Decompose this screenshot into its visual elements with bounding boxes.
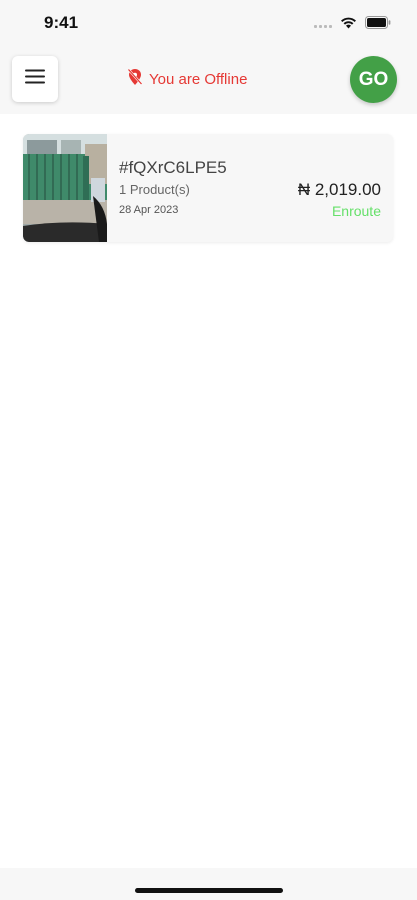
wifi-icon xyxy=(340,16,357,29)
order-thumbnail xyxy=(23,134,107,242)
order-date: 28 Apr 2023 xyxy=(119,204,179,216)
menu-button[interactable] xyxy=(12,56,58,102)
status-bar: 9:41 xyxy=(0,0,417,46)
status-time: 9:41 xyxy=(44,13,79,32)
order-id: #fQXrC6LPE5 xyxy=(119,158,227,177)
status-icons xyxy=(314,15,391,29)
battery-icon xyxy=(365,15,391,29)
order-card[interactable]: #fQXrC6LPE5 1 Product(s) 28 Apr 2023 ₦ 2… xyxy=(23,134,393,242)
app-header: You are Offline GO xyxy=(0,46,417,114)
order-product-count: 1 Product(s) xyxy=(119,182,190,197)
order-amount: ₦ 2,019.00 xyxy=(297,180,381,199)
bottom-bar xyxy=(0,868,417,900)
offline-indicator: You are Offline xyxy=(127,68,247,90)
hamburger-menu-icon xyxy=(25,69,45,89)
cellular-signal-icon xyxy=(314,16,332,28)
go-online-button[interactable]: GO xyxy=(350,56,397,103)
offline-status-text: You are Offline xyxy=(149,70,248,88)
order-status: Enroute xyxy=(331,203,381,219)
location-off-icon xyxy=(127,68,143,90)
home-indicator[interactable] xyxy=(135,888,283,893)
